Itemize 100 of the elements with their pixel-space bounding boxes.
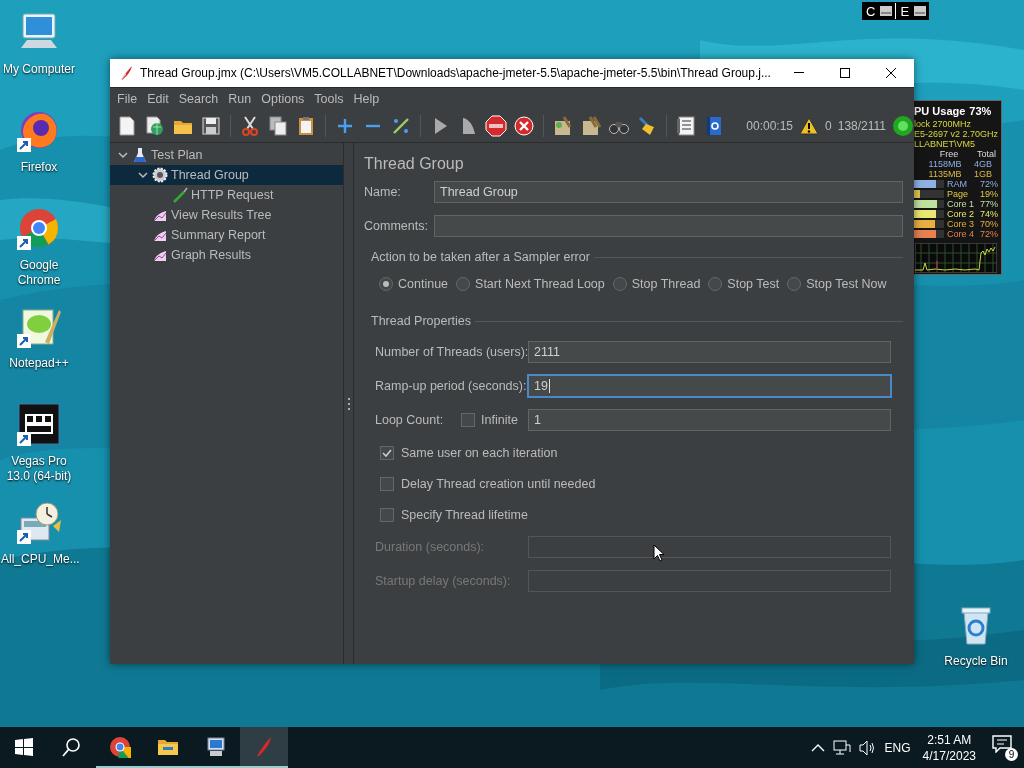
chevron-up-icon[interactable]: [810, 742, 825, 753]
group-legend: Action to be taken after a Sampler error: [371, 250, 590, 264]
radio-label[interactable]: Continue: [398, 277, 449, 291]
radio-button[interactable]: [787, 277, 802, 291]
checkbox-label[interactable]: Delay Thread creation until needed: [401, 477, 596, 491]
document-globe-icon[interactable]: [144, 115, 166, 137]
browser-icon[interactable]: [109, 735, 131, 758]
copy-icon[interactable]: [267, 115, 289, 137]
x-circle-icon[interactable]: [513, 115, 535, 137]
notification-button[interactable]: 9: [992, 734, 1016, 761]
app-icon[interactable]: [15, 400, 63, 448]
tree-item[interactable]: HTTP Request: [110, 185, 343, 205]
windows-logo-icon[interactable]: [13, 735, 35, 758]
memory-total: 4GB: [973, 159, 992, 169]
thread-count: 138/2111: [837, 119, 886, 133]
tree-item[interactable]: View Results Tree: [110, 205, 343, 225]
radio-label[interactable]: Stop Test: [727, 277, 780, 291]
icon-label[interactable]: Google Chrome: [1, 258, 77, 288]
field-label: Duration (seconds):: [375, 540, 486, 554]
feather-icon: [118, 65, 134, 81]
scissors-icon[interactable]: [239, 115, 261, 137]
icon-label[interactable]: All_CPU_Me...: [1, 552, 77, 567]
radio-label[interactable]: Stop Thread: [631, 277, 701, 291]
input-field[interactable]: Thread Group: [434, 181, 903, 203]
radio-button[interactable]: [456, 277, 471, 291]
splitter-handle-icon[interactable]: [346, 397, 351, 410]
meter-name: RAM: [947, 179, 968, 189]
field-label: Number of Threads (users):: [375, 345, 528, 359]
field-label: Startup delay (seconds):: [375, 574, 512, 588]
icon-label[interactable]: Notepad++: [1, 356, 77, 371]
memory-free: 1158MB: [928, 159, 962, 169]
input-field[interactable]: [528, 536, 891, 558]
tree-item[interactable]: Test Plan: [110, 145, 343, 165]
tree-item[interactable]: Thread Group: [110, 165, 343, 185]
close-icon[interactable]: [885, 67, 897, 79]
menu-item[interactable]: Run: [223, 92, 257, 106]
tree-item[interactable]: Summary Report: [110, 225, 343, 245]
warning-count: 0: [825, 119, 832, 133]
input-field[interactable]: 19: [528, 375, 891, 397]
radio-button[interactable]: [612, 277, 627, 291]
meter-name: Core 4: [947, 229, 975, 239]
list-icon[interactable]: [675, 115, 697, 137]
meter-name: Core 2: [947, 209, 975, 219]
search-icon[interactable]: [61, 735, 83, 758]
icon-label[interactable]: Recycle Bin: [938, 654, 1014, 669]
language-indicator[interactable]: ENG: [884, 740, 911, 755]
meter-value: 19%: [979, 189, 998, 199]
radio-label[interactable]: Stop Test Now: [806, 277, 887, 291]
checkbox[interactable]: [461, 413, 475, 427]
usage-value: 73%: [969, 104, 992, 119]
computer-icon[interactable]: [205, 735, 227, 758]
pipette-icon: [172, 187, 188, 203]
input-field[interactable]: 1: [528, 409, 891, 431]
drive-letter: E: [899, 3, 911, 19]
menu-item[interactable]: Edit: [142, 92, 174, 106]
meter-name: Core 3: [947, 219, 975, 229]
tree-item[interactable]: Graph Results: [110, 245, 343, 265]
input-field[interactable]: [434, 215, 903, 237]
maximize-icon[interactable]: [839, 67, 851, 79]
menu-item[interactable]: Tools: [309, 92, 349, 106]
checkbox-label[interactable]: Same user on each iteration: [401, 446, 558, 460]
input-field[interactable]: [528, 570, 891, 592]
checkbox[interactable]: [380, 477, 394, 491]
icon-label[interactable]: Vegas Pro 13.0 (64-bit): [1, 454, 77, 484]
menu-item[interactable]: Help: [348, 92, 385, 106]
meter-value: 74%: [979, 209, 998, 219]
checkbox[interactable]: [380, 446, 394, 460]
window-title: Thread Group.jmx (C:\Users\VM5.COLLABNET\Downloads\apache-jmeter-5.5\apache-jmeter-5.5\bin\Thread Group.j...: [140, 66, 772, 80]
field-label: Comments:: [364, 219, 429, 233]
panel-heading: Thread Group: [364, 155, 465, 173]
warning-icon[interactable]: [799, 117, 820, 135]
input-field[interactable]: 2111: [528, 341, 891, 363]
radio-button[interactable]: [708, 277, 723, 291]
flask-icon: [132, 147, 148, 163]
menu-item[interactable]: Options: [256, 92, 310, 106]
checkbox-label[interactable]: Infinite: [481, 413, 518, 427]
meter-name: Core 1: [947, 199, 975, 209]
gear-icon: [152, 167, 168, 183]
info-text: E5-2697 v2 2.70GHz: [914, 129, 1000, 139]
taskbar-button[interactable]: [240, 727, 288, 768]
clock-time[interactable]: 2:51 AM: [927, 731, 972, 748]
menu-item[interactable]: Search: [173, 92, 224, 106]
field-label: Loop Count:: [375, 413, 445, 427]
menu-item[interactable]: File: [112, 92, 143, 106]
volume-icon[interactable]: [858, 739, 877, 756]
document-icon[interactable]: [116, 115, 138, 137]
checkbox-label[interactable]: Specify Thread lifetime: [401, 508, 528, 522]
icon-label[interactable]: My Computer: [1, 62, 77, 77]
clock-date[interactable]: 4/17/2023: [922, 747, 976, 764]
stop-sign-icon[interactable]: [485, 115, 507, 137]
icon-label[interactable]: Firefox: [1, 160, 77, 175]
radio-label[interactable]: Start Next Thread Loop: [475, 277, 605, 291]
checkbox[interactable]: [380, 508, 394, 522]
drive-icon: [913, 4, 928, 18]
memory-total: 1GB: [973, 169, 992, 179]
network-icon[interactable]: [832, 739, 851, 756]
drive-icon: [879, 4, 894, 18]
notification-count: 9: [1005, 747, 1018, 761]
radio-button[interactable]: [379, 277, 393, 291]
group-legend: Thread Properties: [371, 314, 472, 328]
